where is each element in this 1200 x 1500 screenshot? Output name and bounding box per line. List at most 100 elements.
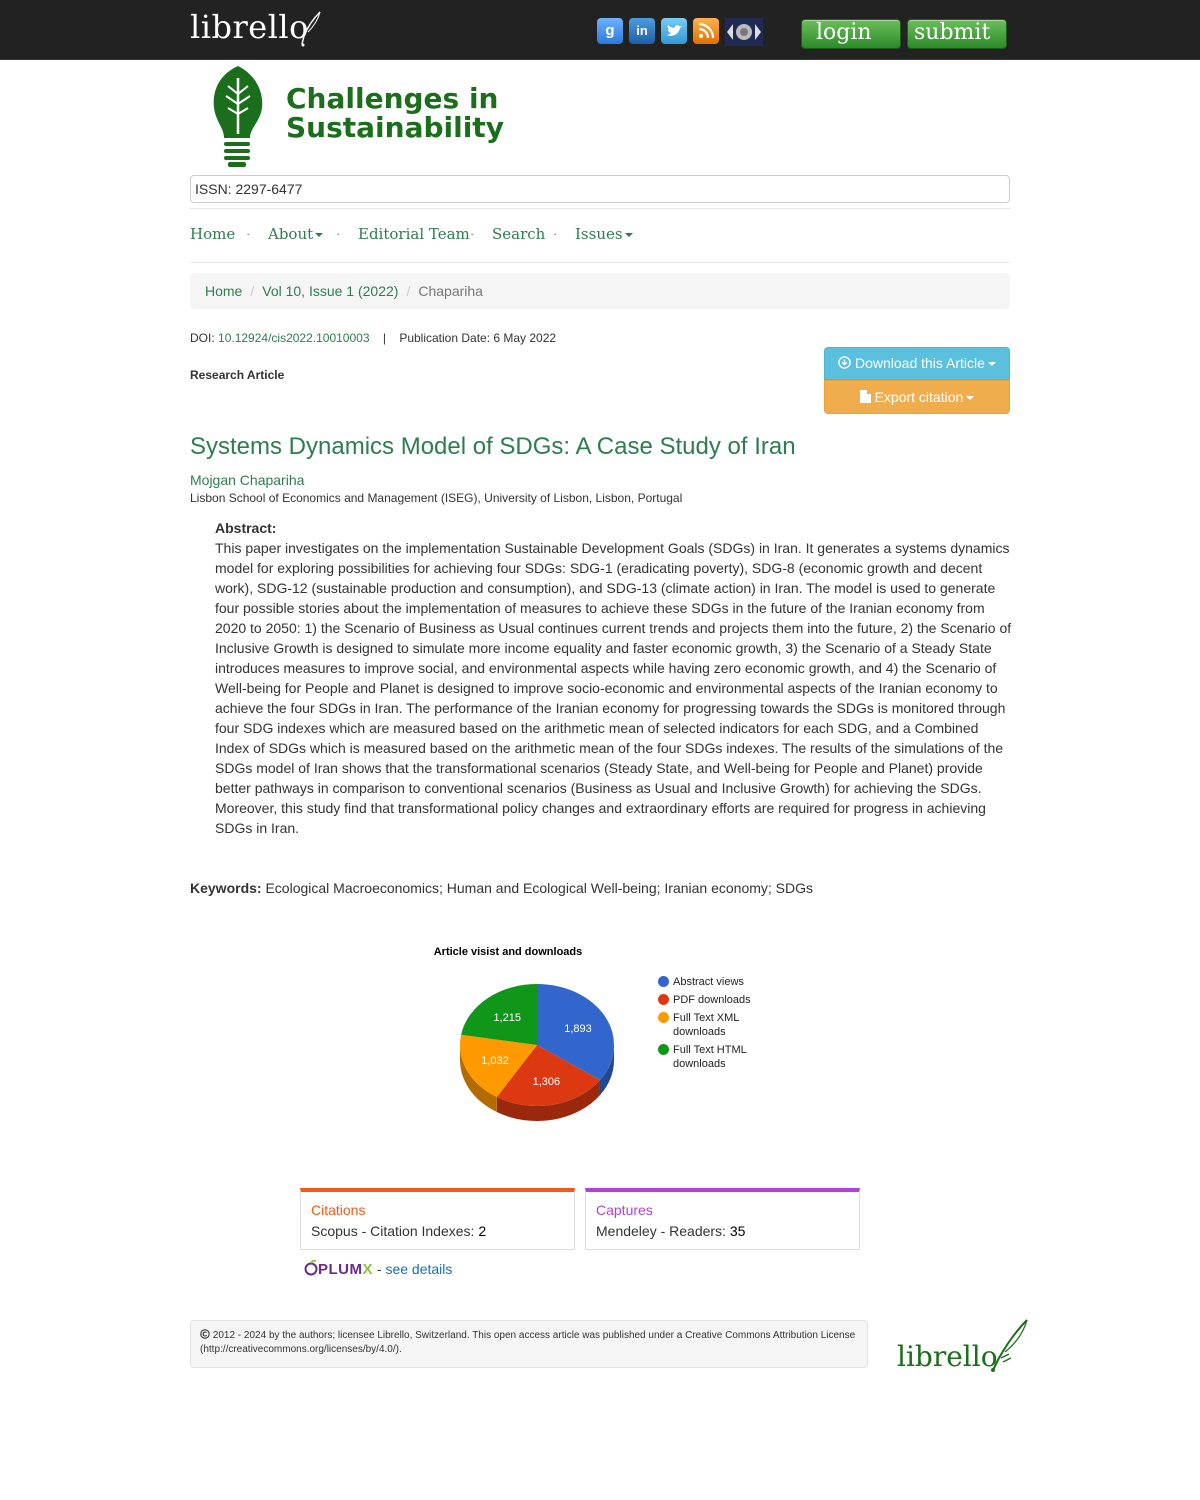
lightbulb-leaf-logo[interactable]: [210, 64, 270, 168]
login-button[interactable]: login: [801, 19, 901, 49]
citations-box: Citations Scopus - Citation Indexes: 2: [300, 1188, 575, 1250]
download-article-button[interactable]: Download this Article: [824, 347, 1010, 380]
twitter-icon[interactable]: [661, 18, 687, 44]
citations-line: Scopus - Citation Indexes: 2: [311, 1223, 564, 1239]
article-title: Systems Dynamics Model of SDGs: A Case S…: [190, 433, 796, 460]
nav-about-label: About: [268, 225, 314, 243]
issn-field: ISSN: 2297-6477: [190, 175, 1010, 203]
nav-divider-top: [190, 208, 1010, 209]
copyright-icon: [200, 1329, 210, 1339]
plumx-see-details-link[interactable]: see details: [385, 1261, 452, 1277]
quill-icon: [301, 11, 321, 47]
file-icon: [859, 390, 871, 403]
nav-search[interactable]: Search: [492, 225, 545, 243]
journal-title-line2: Sustainability: [286, 111, 504, 144]
abstract-heading: Abstract:: [215, 520, 277, 536]
legend-item[interactable]: PDF downloads: [658, 993, 768, 1007]
linkedin-icon[interactable]: in: [629, 18, 655, 44]
submit-label: submit: [914, 20, 991, 45]
plumx-logo-b: X: [362, 1261, 374, 1278]
legend-item[interactable]: Abstract views: [658, 975, 768, 989]
legend-label: Full Text XML downloads: [673, 1012, 740, 1038]
legend-label: Abstract views: [673, 976, 744, 988]
captures-value: 35: [729, 1223, 746, 1239]
download-article-label: Download this Article: [854, 355, 985, 371]
journal-title-line1: Challenges in: [286, 82, 499, 115]
nav-issues[interactable]: Issues: [575, 225, 633, 243]
license-text: 2012 - 2024 by the authors; licensee Lib…: [200, 1330, 856, 1355]
nav-divider-bottom: [190, 262, 1010, 263]
nav-separator: ·: [246, 226, 251, 241]
nav-issues-label: Issues: [575, 225, 623, 243]
citations-label: Scopus - Citation Indexes:: [311, 1223, 475, 1239]
breadcrumb-issue[interactable]: Vol 10, Issue 1 (2022): [262, 283, 398, 299]
pie-slice-label: 1,893: [564, 1023, 592, 1035]
captures-label: Mendeley - Readers:: [596, 1223, 726, 1239]
caret-down-icon: [315, 233, 324, 237]
license-notice: 2012 - 2024 by the authors; licensee Lib…: [190, 1320, 868, 1368]
captures-line: Mendeley - Readers: 35: [596, 1223, 849, 1239]
nav-separator: ·: [336, 226, 341, 241]
quill-icon: [991, 1319, 1028, 1372]
partner-logo-icon[interactable]: [725, 18, 763, 46]
legend-marker: [658, 1044, 669, 1055]
chart-legend: Abstract views PDF downloads Full Text XML…: [658, 975, 768, 1075]
legend-marker: [658, 1012, 669, 1023]
legend-item[interactable]: Full Text HTML downloads: [658, 1043, 768, 1071]
google-plus-icon[interactable]: g: [597, 18, 623, 44]
legend-label: Full Text HTML downloads: [673, 1044, 747, 1070]
keywords-label: Keywords:: [190, 880, 262, 896]
chart-title: Article visist and downloads: [433, 946, 583, 958]
submit-button[interactable]: submit: [907, 19, 1007, 49]
librello-logo[interactable]: librello: [190, 8, 309, 46]
nav-separator: ·: [553, 226, 558, 241]
legend-item[interactable]: Full Text XML downloads: [658, 1011, 768, 1039]
breadcrumb-home[interactable]: Home: [205, 283, 242, 299]
citations-heading: Citations: [311, 1202, 366, 1218]
login-label: login: [816, 20, 872, 45]
download-icon: [838, 356, 851, 369]
pie-chart: 1,893 1,306 1,032 1,215: [460, 984, 614, 1121]
top-navbar: librello g in login submit: [0, 0, 1200, 60]
nav-home[interactable]: Home: [190, 225, 235, 243]
plumx-row: PLUMX - see details: [304, 1259, 452, 1278]
pie-slice-label: 1,032: [481, 1055, 509, 1067]
breadcrumb-current: Chapariha: [418, 283, 483, 299]
footer-librello-logo[interactable]: librello: [897, 1340, 998, 1373]
pie-slice-label: 1,215: [493, 1012, 521, 1024]
keywords-list: Ecological Macroeconomics; Human and Eco…: [265, 880, 814, 896]
breadcrumb-separator: /: [406, 283, 411, 299]
keywords: Keywords: Ecological Macroeconomics; Hum…: [190, 880, 813, 896]
citations-value: 2: [478, 1223, 487, 1239]
author-link[interactable]: Mojgan Chapariha: [190, 472, 304, 488]
export-citation-label: Export citation: [874, 389, 964, 405]
plumx-logo: PLUMX: [318, 1261, 373, 1278]
journal-title[interactable]: Challenges in Sustainability: [286, 84, 504, 142]
breadcrumb-separator: /: [250, 283, 255, 299]
author-affiliation: Lisbon School of Economics and Managemen…: [190, 491, 683, 505]
nav-about[interactable]: About: [268, 225, 324, 243]
breadcrumb: Home / Vol 10, Issue 1 (2022) / Chapariha: [190, 273, 1010, 309]
caret-down-icon: [624, 233, 633, 237]
rss-icon[interactable]: [693, 18, 719, 44]
legend-label: PDF downloads: [673, 994, 751, 1006]
doi-label: DOI:: [190, 331, 215, 345]
legend-marker: [658, 994, 669, 1005]
caret-down-icon: [987, 362, 996, 367]
publication-date: Publication Date: 6 May 2022: [399, 331, 557, 345]
meta-separator: |: [372, 331, 396, 345]
pie-slice-label: 1,306: [533, 1076, 561, 1088]
doi-line: DOI: 10.12924/cis2022.10010003 | Publica…: [190, 331, 556, 345]
plumx-icon: [304, 1259, 318, 1276]
export-citation-button[interactable]: Export citation: [824, 380, 1010, 414]
nav-separator: ·: [470, 226, 475, 241]
caret-down-icon: [966, 396, 975, 401]
legend-marker: [658, 976, 669, 987]
plumx-logo-a: PLUM: [318, 1261, 363, 1278]
article-type: Research Article: [190, 368, 285, 382]
nav-editorial-team[interactable]: Editorial Team: [358, 225, 470, 243]
abstract-text: This paper investigates on the implement…: [215, 540, 1012, 836]
doi-link[interactable]: 10.12924/cis2022.10010003: [218, 331, 369, 345]
captures-box: Captures Mendeley - Readers: 35: [585, 1188, 860, 1250]
captures-heading: Captures: [596, 1202, 653, 1218]
